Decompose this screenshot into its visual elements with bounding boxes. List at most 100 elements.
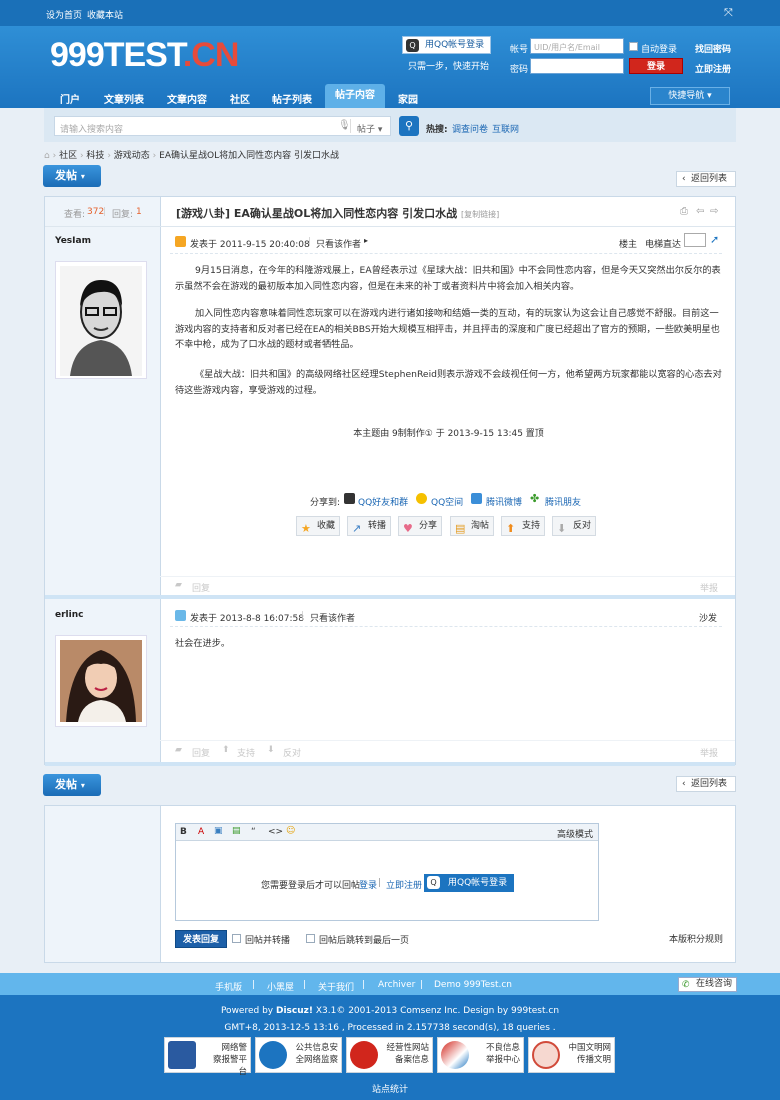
footer-link[interactable]: Demo 999Test.cn <box>434 980 512 990</box>
font-color-icon[interactable]: A <box>198 827 204 837</box>
only-author-link[interactable]: 只看该作者 <box>310 611 355 624</box>
credit-rules-link[interactable]: 本版积分规则 <box>669 932 723 945</box>
search-input[interactable]: 请输入搜索内容 <box>60 122 123 135</box>
icp-badge[interactable]: 经营性网站 备案信息 <box>346 1037 433 1073</box>
share-tencent-weibo[interactable]: 腾讯微博 <box>486 495 522 508</box>
account-input[interactable]: UID/用户名/Email <box>530 38 624 54</box>
process-stats: GMT+8, 2013-12-5 13:16 , Processed in 2.… <box>224 1023 556 1033</box>
set-home-link[interactable]: 设为首页 <box>46 8 82 21</box>
bookmark-link[interactable]: 收藏本站 <box>87 8 123 21</box>
breadcrumb-item[interactable]: EA确认星战OL将加入同性恋内容 引发口水战 <box>159 151 339 161</box>
hot-search-item[interactable]: 互联网 <box>492 122 519 135</box>
search-type-select[interactable]: 帖子 ▾ <box>357 122 382 135</box>
breadcrumb-item[interactable]: 社区 <box>59 151 77 161</box>
link-icon[interactable]: ▤ <box>232 826 241 836</box>
next-thread-icon[interactable]: ⇨ <box>710 206 718 217</box>
only-author-link[interactable]: 只看该作者 <box>316 237 361 250</box>
image-icon[interactable]: ▣ <box>214 826 223 836</box>
oppose-button[interactable]: ⬇ 反对 <box>552 516 596 536</box>
support-button[interactable]: ⬆ 支持 <box>501 516 545 536</box>
footer-link[interactable]: 手机版 <box>215 980 242 993</box>
forward-button[interactable]: ↗ 转播 <box>347 516 391 536</box>
login-button[interactable]: 登录 <box>629 58 683 74</box>
post-content: 社会在进步。 <box>175 638 231 649</box>
forgot-password-link[interactable]: 找回密码 <box>695 42 731 55</box>
nav-item-portal[interactable]: 门户 <box>60 91 80 106</box>
security-badge[interactable]: 公共信息安 全网络监察 <box>255 1037 342 1073</box>
post-author[interactable]: YesIam <box>55 236 91 246</box>
hot-search-item[interactable]: 调查问卷 <box>452 122 488 135</box>
nav-item-home[interactable]: 家园 <box>398 91 418 106</box>
emblem-icon <box>350 1041 378 1069</box>
share-qq-friends[interactable]: QQ好友和群 <box>358 495 408 508</box>
oppose-link[interactable]: 反对 <box>283 746 301 759</box>
password-input[interactable] <box>530 58 624 74</box>
go-icon[interactable]: ➚ <box>710 233 719 246</box>
back-to-list-button[interactable]: ‹ 返回列表 <box>676 776 736 792</box>
reply-link[interactable]: 回复 <box>192 581 210 594</box>
search-icon[interactable]: ⚲ <box>399 116 419 136</box>
breadcrumb-item[interactable]: 科技 <box>86 151 104 161</box>
qq-login-button[interactable]: Q 用QQ帐号登录 <box>402 36 492 54</box>
quick-nav-button[interactable]: 快捷导航 ▾ <box>650 87 730 105</box>
code-icon[interactable]: <> <box>268 827 283 837</box>
report-center-badge[interactable]: 不良信息 举报中心 <box>437 1037 524 1073</box>
bold-icon[interactable]: B <box>180 827 187 837</box>
register-link[interactable]: 立即注册 <box>695 62 731 75</box>
login-link[interactable]: 登录 <box>359 878 377 891</box>
favorite-button[interactable]: ★ 收藏 <box>296 516 340 536</box>
auto-login-checkbox[interactable] <box>629 42 638 51</box>
civilization-badge[interactable]: 中国文明网 传播文明 <box>528 1037 615 1073</box>
copy-link[interactable]: [复制链接] <box>461 210 499 219</box>
site-logo[interactable]: 999TEST.CN <box>50 36 239 75</box>
qq-login-button[interactable]: Q 用QQ帐号登录 <box>424 874 514 892</box>
divider <box>170 253 722 254</box>
nav-item-community[interactable]: 社区 <box>230 91 250 106</box>
share-qzone[interactable]: QQ空间 <box>431 495 463 508</box>
reply-editor: B A ▣ ▤ “ <> ☺ 高级模式 您需要登录后才可以回帖 登录 | 立即注… <box>175 823 599 921</box>
home-icon[interactable]: ⌂ <box>44 151 50 161</box>
smiley-icon[interactable]: ☺ <box>286 826 295 836</box>
collect-button[interactable]: ▤ 淘帖 <box>450 516 494 536</box>
post-button[interactable]: 发帖 ▾ <box>43 774 101 796</box>
post-button[interactable]: 发帖 ▾ <box>43 165 101 187</box>
back-to-list-button[interactable]: ‹ 返回列表 <box>676 171 736 187</box>
nav-item-article-content[interactable]: 文章内容 <box>167 91 207 106</box>
nav-item-article-list[interactable]: 文章列表 <box>104 91 144 106</box>
forward-icon: ↗ <box>352 522 362 535</box>
nav-item-thread-list[interactable]: 帖子列表 <box>272 91 312 106</box>
submit-reply-button[interactable]: 发表回复 <box>175 930 227 948</box>
report-link[interactable]: 举报 <box>700 581 718 594</box>
login-hint: 您需要登录后才可以回帖 <box>261 881 361 891</box>
advanced-mode-link[interactable]: 高级模式 <box>557 827 593 840</box>
post-author[interactable]: erlinc <box>55 610 83 620</box>
online-consult-button[interactable]: ✆ 在线咨询 <box>678 977 737 992</box>
footer-link[interactable]: 小黑屋 <box>267 980 294 993</box>
jump-last-checkbox[interactable] <box>306 934 315 943</box>
share-pengyou[interactable]: 腾讯朋友 <box>545 495 581 508</box>
police-badge[interactable]: 网络警 察报警平台 <box>164 1037 251 1077</box>
footer-link[interactable]: Archiver <box>378 980 415 990</box>
microphone-icon[interactable]: 🎙 <box>338 120 351 131</box>
register-link[interactable]: 立即注册 <box>386 878 422 891</box>
avatar[interactable] <box>55 261 147 379</box>
chevron-down-icon: ▾ <box>80 781 85 790</box>
avatar[interactable] <box>55 635 147 727</box>
breadcrumb-item[interactable]: 游戏动态 <box>114 151 150 161</box>
print-icon[interactable]: ⎙ <box>680 206 688 217</box>
quote-icon[interactable]: “ <box>251 827 256 837</box>
report-link[interactable]: 举报 <box>700 746 718 759</box>
reply-link[interactable]: 回复 <box>192 746 210 759</box>
share-button[interactable]: ♥ 分享 <box>398 516 442 536</box>
replies-count: 1 <box>136 207 142 217</box>
reply-icon: ▰ <box>175 745 182 755</box>
support-link[interactable]: 支持 <box>237 746 255 759</box>
nav-item-thread-content[interactable]: 帖子内容 <box>325 84 385 108</box>
prev-thread-icon[interactable]: ⇦ <box>696 206 704 217</box>
site-stats-link[interactable]: 站点统计 <box>0 1082 780 1095</box>
jump-floor-input[interactable] <box>684 233 706 247</box>
fullscreen-icon[interactable]: ⤧ <box>724 6 733 20</box>
forward-checkbox[interactable] <box>232 934 241 943</box>
footer-link[interactable]: 关于我们 <box>318 980 354 993</box>
jump-floor-label: 电梯直达 <box>645 240 682 250</box>
